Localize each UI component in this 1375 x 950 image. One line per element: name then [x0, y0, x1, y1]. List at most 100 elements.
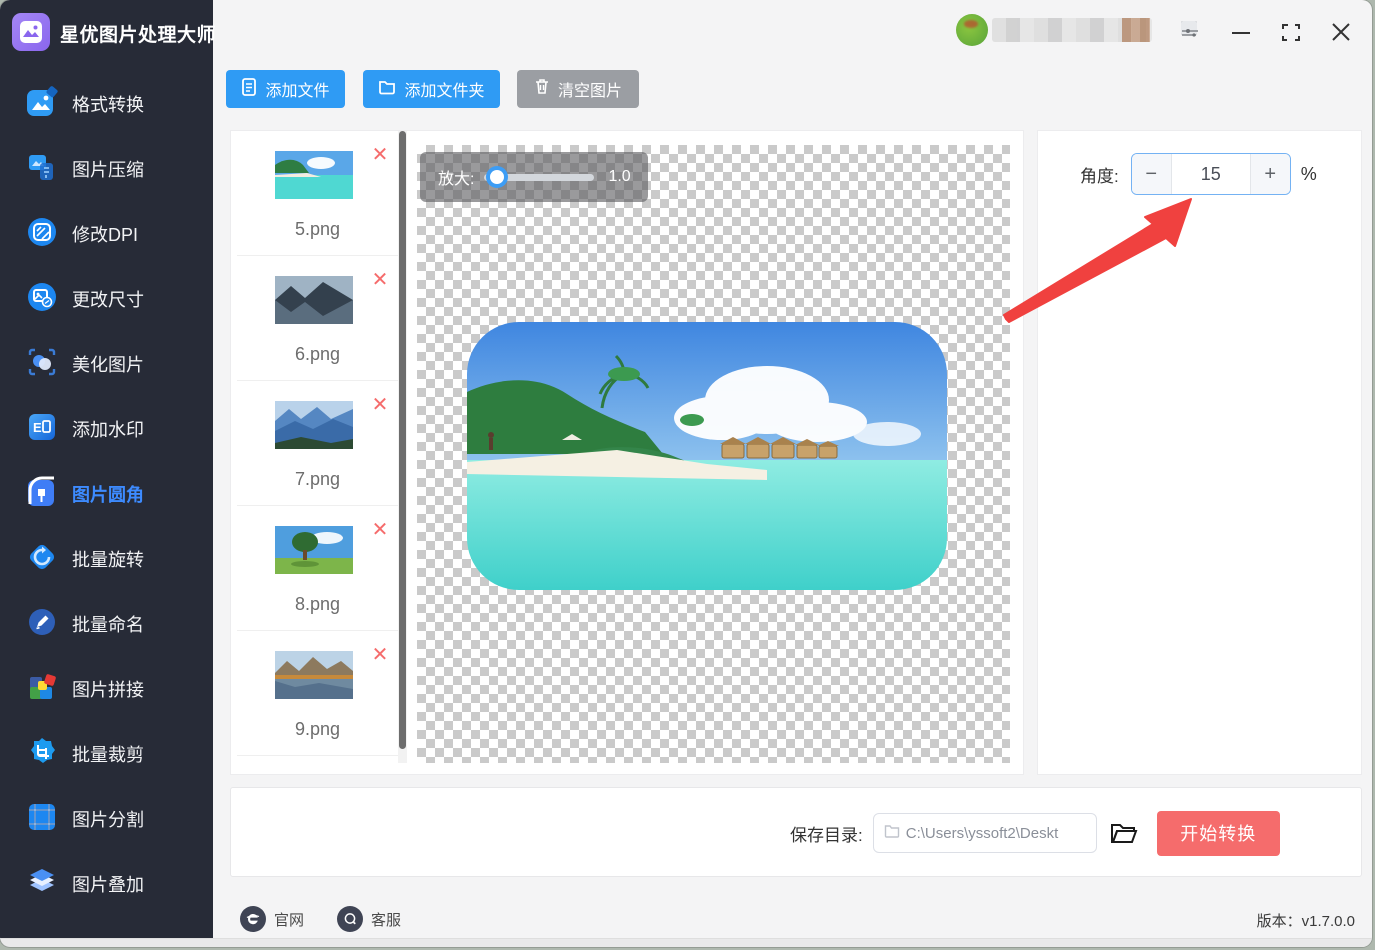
sidebar-item-label: 图片压缩: [72, 160, 144, 180]
preferences-sliders-icon[interactable]: [1178, 18, 1202, 42]
settings-panel: [1037, 130, 1362, 775]
sidebar-item-label: 图片分割: [72, 810, 144, 830]
crop-icon: [24, 734, 60, 770]
folder-small-icon: [884, 824, 900, 843]
username-redacted: [992, 18, 1152, 42]
sidebar-item-round-corner[interactable]: 图片圆角: [0, 460, 213, 525]
sidebar-item-watermark[interactable]: E 添加水印: [0, 395, 213, 460]
add-file-button[interactable]: 添加文件: [226, 70, 345, 108]
customer-service-label: 客服: [371, 911, 402, 929]
sidebar-item-compress[interactable]: 图片压缩: [0, 135, 213, 200]
file-name: 7.png: [294, 469, 341, 489]
rename-icon: [24, 604, 60, 640]
file-name: 5.png: [294, 219, 341, 239]
official-website-link[interactable]: 官网: [240, 905, 304, 933]
trash-icon: [534, 78, 550, 100]
delete-file-icon[interactable]: ✕: [370, 145, 390, 165]
zoom-slider-thumb[interactable]: [486, 165, 509, 188]
sidebar-item-crop[interactable]: 批量裁剪: [0, 720, 213, 785]
sidebar-item-dpi[interactable]: 修改DPI: [0, 200, 213, 265]
delete-file-icon[interactable]: ✕: [370, 520, 390, 540]
clear-images-button[interactable]: 清空图片: [517, 70, 639, 108]
thumbnail-beach: [275, 151, 353, 199]
zoom-slider-track[interactable]: [484, 165, 595, 188]
decrease-angle-button[interactable]: −: [1131, 154, 1172, 194]
thumbnail-mountain-lake: [275, 276, 353, 324]
minimize-button[interactable]: [1228, 20, 1254, 44]
sidebar-item-split[interactable]: 图片分割: [0, 785, 213, 850]
clear-images-label: 清空图片: [557, 83, 622, 100]
save-dir-input[interactable]: [905, 824, 1084, 842]
close-button[interactable]: [1328, 20, 1354, 44]
angle-unit: %: [1300, 163, 1317, 184]
file-name: 9.png: [294, 719, 341, 739]
file-list-scrollbar[interactable]: [398, 131, 407, 763]
browse-folder-icon[interactable]: [1109, 819, 1139, 847]
sidebar-item-label: 添加水印: [72, 420, 144, 440]
watermark-icon: E: [24, 409, 60, 445]
list-item[interactable]: 7.png ✕: [237, 381, 398, 506]
sidebar-item-label: 图片叠加: [72, 875, 144, 895]
file-name: 8.png: [294, 594, 341, 614]
zoom-slider-bar: 放大: 1.0: [420, 152, 648, 202]
sidebar-item-label: 图片拼接: [72, 680, 144, 700]
sidebar-item-rename[interactable]: 批量命名: [0, 590, 213, 655]
app-window: 星优图片处理大师 格式转换 图片压缩 修改DPI 更改尺寸 美化图片 E 添加水…: [0, 0, 1372, 947]
add-folder-label: 添加文件夹: [404, 83, 485, 100]
save-dir-label: 保存目录:: [790, 825, 863, 845]
avatar[interactable]: [956, 14, 988, 46]
customer-service-link[interactable]: 客服: [337, 905, 401, 933]
sidebar-item-rotate[interactable]: 批量旋转: [0, 525, 213, 590]
stitch-icon: [24, 669, 60, 705]
sidebar-item-label: 修改DPI: [72, 225, 139, 245]
sidebar-item-label: 格式转换: [72, 95, 144, 115]
list-item[interactable]: 5.png ✕: [237, 131, 398, 256]
save-row: 保存目录: 开始转换: [790, 808, 1280, 858]
app-title: 星优图片处理大师: [60, 25, 217, 46]
preview-canvas: 放大: 1.0: [417, 145, 1010, 763]
overlay-icon: [24, 864, 60, 900]
svg-text:E: E: [33, 420, 42, 435]
sidebar-item-format-convert[interactable]: 格式转换: [0, 70, 213, 135]
sidebar-item-stitch[interactable]: 图片拼接: [0, 655, 213, 720]
app-logo-icon: [12, 13, 50, 51]
sidebar-item-label: 图片圆角: [72, 485, 144, 505]
chat-bubble-icon: [337, 906, 363, 932]
rotate-icon: [24, 539, 60, 575]
thumbnail-blue-mountains: [275, 401, 353, 449]
sidebar-item-label: 批量旋转: [72, 550, 144, 570]
list-item[interactable]: 9.png ✕: [237, 631, 398, 756]
preview-image-rounded: [467, 322, 947, 590]
official-website-label: 官网: [274, 911, 305, 929]
angle-stepper: − +: [1130, 153, 1291, 195]
zoom-value: 1.0: [608, 168, 631, 185]
start-convert-button[interactable]: 开始转换: [1156, 810, 1280, 856]
window-bottom-edge: [0, 938, 1372, 947]
zoom-label: 放大:: [438, 171, 475, 188]
delete-file-icon[interactable]: ✕: [370, 645, 390, 665]
list-item[interactable]: 8.png ✕: [237, 506, 398, 631]
website-e-icon: [240, 906, 266, 932]
sidebar-item-beautify[interactable]: 美化图片: [0, 330, 213, 395]
increase-angle-button[interactable]: +: [1249, 154, 1290, 194]
sidebar-item-label: 更改尺寸: [72, 290, 144, 310]
add-folder-button[interactable]: 添加文件夹: [363, 70, 500, 108]
thumbnail-tree-field: [275, 526, 353, 574]
compress-icon: [24, 149, 60, 185]
maximize-button[interactable]: [1278, 20, 1304, 44]
dpi-icon: [24, 214, 60, 250]
angle-row: 角度: − + %: [1080, 152, 1360, 196]
sidebar-item-resize[interactable]: 更改尺寸: [0, 265, 213, 330]
list-item[interactable]: 6.png ✕: [237, 256, 398, 381]
sidebar-item-label: 批量命名: [72, 615, 144, 635]
add-file-label: 添加文件: [265, 83, 330, 100]
round-corner-icon: [24, 474, 60, 510]
scrollbar-thumb[interactable]: [399, 131, 406, 749]
sidebar: 星优图片处理大师 格式转换 图片压缩 修改DPI 更改尺寸 美化图片 E 添加水…: [0, 0, 217, 947]
sidebar-item-overlay[interactable]: 图片叠加: [0, 850, 213, 915]
delete-file-icon[interactable]: ✕: [370, 270, 390, 290]
file-icon: [241, 77, 257, 101]
angle-input[interactable]: [1171, 154, 1250, 194]
thumbnail-autumn-lake: [275, 651, 353, 699]
delete-file-icon[interactable]: ✕: [370, 395, 390, 415]
